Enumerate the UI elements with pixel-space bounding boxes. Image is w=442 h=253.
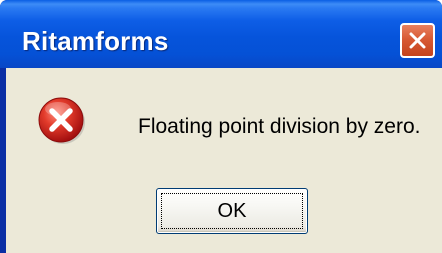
error-message: Floating point division by zero. bbox=[138, 115, 421, 138]
dialog-body: Floating point division by zero. OK bbox=[6, 68, 442, 253]
dialog-title: Ritamforms bbox=[22, 26, 169, 56]
error-icon bbox=[38, 97, 85, 144]
title-bar[interactable]: Ritamforms bbox=[0, 0, 442, 68]
dialog-window: Ritamforms Floating point division by ze… bbox=[0, 0, 442, 253]
close-icon bbox=[409, 32, 426, 49]
close-button[interactable] bbox=[400, 23, 435, 58]
ok-button[interactable]: OK bbox=[156, 188, 308, 234]
ok-button-label: OK bbox=[217, 200, 247, 222]
